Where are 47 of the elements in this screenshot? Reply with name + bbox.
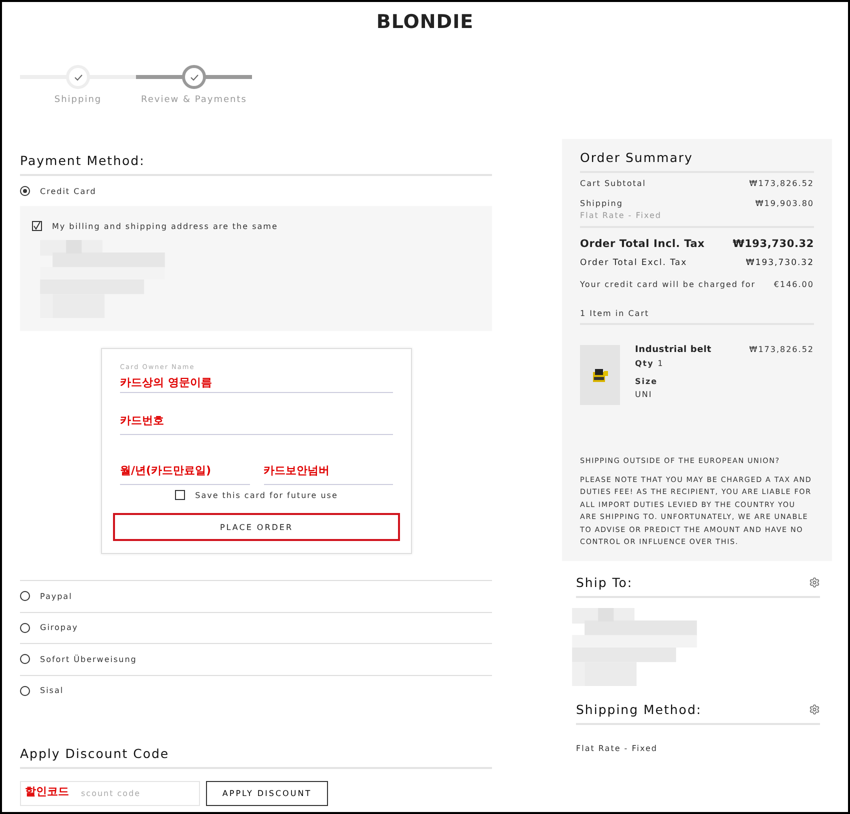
product-qty: Qty 1	[635, 359, 665, 368]
settings-icon[interactable]	[809, 704, 820, 715]
option-value: UNI	[635, 390, 654, 399]
summary-sublabel: Flat Rate - Fixed	[580, 211, 662, 220]
summary-value: ₩173,826.52	[749, 179, 814, 188]
radio-button[interactable]	[20, 186, 30, 196]
radio-button[interactable]	[20, 654, 30, 664]
radio-button[interactable]	[20, 622, 30, 633]
summary-label: Order Total Excl. Tax	[580, 258, 688, 268]
section-heading: Ship To:	[576, 575, 820, 598]
summary-heading: Order Summary	[580, 150, 814, 173]
input-field[interactable]: 카드번호	[120, 393, 393, 435]
checkbox[interactable]	[32, 221, 42, 231]
radio-button[interactable]	[20, 686, 30, 696]
summary-value: €146.00	[774, 280, 814, 289]
checkbox-label[interactable]: Save this card for future use	[195, 490, 338, 500]
product-name[interactable]: Industrial belt	[635, 345, 712, 355]
payment-option-label[interactable]: Giropay	[40, 623, 78, 632]
place-order-button[interactable]: PLACE ORDER	[113, 513, 400, 541]
product-price: ₩173,826.52	[749, 345, 814, 354]
discount-code-field[interactable]: 할인코드 scount code	[20, 781, 200, 806]
total-value: ₩193,730.32	[732, 238, 814, 250]
input-field[interactable]: 월/년(카드만료일)	[120, 435, 250, 485]
payment-option-label[interactable]: Paypal	[40, 592, 72, 601]
payment-option-label[interactable]: Sofort Überweisung	[40, 654, 137, 664]
checkbox-label[interactable]: My billing and shipping address are the same	[52, 222, 278, 230]
option-label: Size	[635, 377, 659, 386]
settings-icon[interactable]	[809, 577, 820, 588]
checkbox[interactable]	[175, 490, 186, 500]
section-heading: Shipping Method:	[576, 702, 820, 725]
cart-count: 1 Item in Cart	[580, 309, 650, 318]
section-heading: Payment Method:	[20, 153, 492, 176]
total-label: Order Total Incl. Tax	[580, 238, 705, 250]
section-heading: Apply Discount Code	[20, 746, 492, 769]
brand-logo[interactable]: BLONDIE	[2, 11, 848, 39]
shipping-method-value: Flat Rate - Fixed	[576, 744, 658, 753]
summary-value: ₩19,903.80	[755, 199, 814, 208]
payment-option-label[interactable]: Credit Card	[40, 186, 96, 196]
summary-label: Cart Subtotal	[580, 179, 646, 188]
radio-button[interactable]	[20, 591, 30, 602]
input-field[interactable]: 카드보안넘버	[264, 435, 393, 485]
summary-label: Shipping	[580, 199, 624, 208]
product-image[interactable]	[580, 345, 620, 405]
summary-label: Your credit card will be charged for	[580, 280, 756, 289]
apply-discount-button[interactable]: APPLY DISCOUNT	[206, 781, 328, 806]
payment-option-label[interactable]: Sisal	[40, 686, 64, 696]
summary-value: ₩193,730.32	[746, 258, 814, 268]
